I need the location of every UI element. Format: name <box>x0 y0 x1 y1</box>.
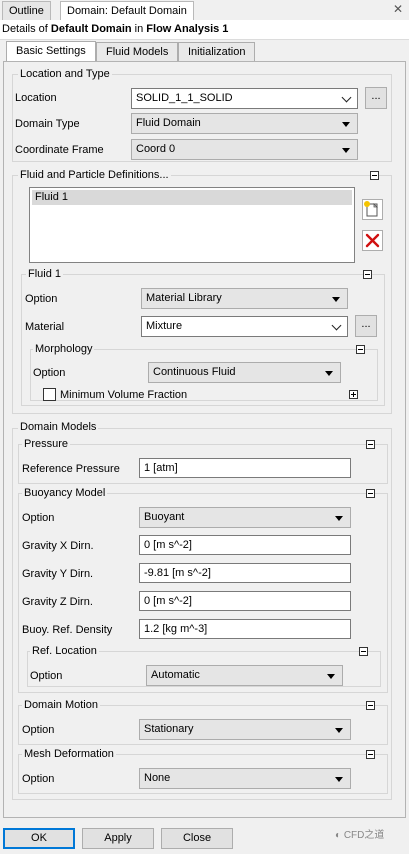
location-label: Location <box>15 92 57 104</box>
ref-location-option-value: Automatic <box>151 669 200 681</box>
domain-type-label: Domain Type <box>15 118 80 130</box>
window-tab-bar: Outline Domain: Default Domain ✕ <box>0 0 409 20</box>
gravity-y-label: Gravity Y Dirn. <box>22 568 94 580</box>
fluid-option-label: Option <box>25 293 58 305</box>
material-browse-button[interactable]: ... <box>355 315 377 337</box>
collapse-icon[interactable] <box>359 647 368 656</box>
buoy-ref-density-field[interactable]: 1.2 [kg m^-3] <box>139 619 351 639</box>
reference-pressure-label: Reference Pressure <box>22 463 120 475</box>
morphology-title: Morphology <box>33 343 95 356</box>
expand-icon[interactable] <box>349 390 358 399</box>
location-type-title: Location and Type <box>18 68 112 81</box>
details-middle: in <box>131 23 147 35</box>
ref-location-title: Ref. Location <box>30 645 99 658</box>
buoyancy-option-value: Buoyant <box>144 511 185 523</box>
gravity-y-field[interactable]: -9.81 [m s^-2] <box>139 563 351 583</box>
dropdown-arrow-icon <box>335 777 343 782</box>
dropdown-arrow-icon <box>342 122 350 127</box>
new-item-icon <box>364 201 378 217</box>
watermark-icon: ◐ <box>335 830 342 841</box>
watermark: ◐ CFD之道 <box>335 830 384 842</box>
details-prefix: Details of <box>2 23 51 35</box>
morphology-option-select[interactable]: Continuous Fluid <box>148 362 341 383</box>
collapse-icon[interactable] <box>366 440 375 449</box>
dropdown-arrow-icon <box>325 371 333 376</box>
dropdown-arrow-icon <box>342 148 350 153</box>
min-volume-fraction-label: Minimum Volume Fraction <box>60 389 188 401</box>
mesh-option-select[interactable]: None <box>139 768 351 789</box>
domain-models-title: Domain Models <box>18 421 99 434</box>
morphology-option-value: Continuous Fluid <box>153 366 236 378</box>
morphology-option-label: Option <box>33 367 66 379</box>
dropdown-arrow-icon <box>335 728 343 733</box>
apply-button[interactable]: Apply <box>82 828 154 849</box>
delete-icon <box>365 233 380 248</box>
material-label: Material <box>25 321 65 333</box>
tab-domain-default-domain[interactable]: Domain: Default Domain <box>60 1 194 20</box>
chevron-down-icon <box>341 92 352 103</box>
tab-initialization[interactable]: Initialization <box>178 42 256 61</box>
mesh-option-value: None <box>144 772 171 784</box>
fluid-list[interactable]: Fluid 1 <box>29 187 355 263</box>
fluid-option-value: Material Library <box>146 292 222 304</box>
chevron-down-icon <box>331 320 342 331</box>
mesh-deformation-title: Mesh Deformation <box>22 748 116 761</box>
buoyancy-title: Buoyancy Model <box>22 487 108 500</box>
gravity-z-field[interactable]: 0 [m s^-2] <box>139 591 351 611</box>
ok-button[interactable]: OK <box>3 828 75 849</box>
location-browse-button[interactable]: ... <box>365 87 387 109</box>
new-fluid-button[interactable] <box>362 199 383 220</box>
mesh-option-label: Option <box>22 773 55 785</box>
coordinate-frame-label: Coordinate Frame <box>15 144 104 156</box>
tab-fluid-models[interactable]: Fluid Models <box>96 42 179 61</box>
material-select[interactable]: Mixture <box>141 316 348 337</box>
domain-type-select[interactable]: Fluid Domain <box>131 113 358 134</box>
coordinate-frame-select[interactable]: Coord 0 <box>131 139 358 160</box>
gravity-x-label: Gravity X Dirn. <box>22 540 94 552</box>
domain-type-value: Fluid Domain <box>136 117 201 129</box>
collapse-icon[interactable] <box>366 489 375 498</box>
fluid-definitions-title: Fluid and Particle Definitions... <box>18 169 171 182</box>
close-button[interactable]: Close <box>161 828 233 849</box>
collapse-icon[interactable] <box>356 345 365 354</box>
domain-motion-title: Domain Motion <box>22 699 100 712</box>
gravity-z-label: Gravity Z Dirn. <box>22 596 93 608</box>
fluid1-title: Fluid 1 <box>26 268 64 281</box>
ref-location-option-label: Option <box>30 670 63 682</box>
watermark-text: CFD之道 <box>343 830 385 841</box>
gravity-x-field[interactable]: 0 [m s^-2] <box>139 535 351 555</box>
motion-option-label: Option <box>22 724 55 736</box>
location-value: SOLID_1_1_SOLID <box>136 92 233 104</box>
ref-location-option-select[interactable]: Automatic <box>146 665 343 686</box>
tab-basic-settings[interactable]: Basic Settings <box>6 41 96 62</box>
buoyancy-option-label: Option <box>22 512 55 524</box>
dropdown-arrow-icon <box>335 516 343 521</box>
reference-pressure-field[interactable]: 1 [atm] <box>139 458 351 478</box>
details-object: Default Domain <box>50 23 132 35</box>
collapse-icon[interactable] <box>366 701 375 710</box>
details-header: Details of Default Domain in Flow Analys… <box>0 20 409 40</box>
collapse-icon[interactable] <box>370 171 379 180</box>
list-item[interactable]: Fluid 1 <box>32 190 352 205</box>
dropdown-arrow-icon <box>327 674 335 679</box>
pressure-title: Pressure <box>22 438 71 451</box>
fluid-option-select[interactable]: Material Library <box>141 288 348 309</box>
details-analysis: Flow Analysis 1 <box>146 23 229 35</box>
collapse-icon[interactable] <box>363 270 372 279</box>
coordinate-frame-value: Coord 0 <box>136 143 176 155</box>
location-select[interactable]: SOLID_1_1_SOLID <box>131 88 358 109</box>
motion-option-value: Stationary <box>144 723 194 735</box>
collapse-icon[interactable] <box>366 750 375 759</box>
material-value: Mixture <box>146 320 183 332</box>
motion-option-select[interactable]: Stationary <box>139 719 351 740</box>
buoy-ref-density-label: Buoy. Ref. Density <box>22 624 113 636</box>
dropdown-arrow-icon <box>332 297 340 302</box>
delete-fluid-button[interactable] <box>362 230 383 251</box>
min-volume-fraction-checkbox[interactable] <box>43 388 56 401</box>
tab-outline[interactable]: Outline <box>2 1 51 20</box>
close-icon[interactable]: ✕ <box>391 2 405 16</box>
buoyancy-option-select[interactable]: Buoyant <box>139 507 351 528</box>
